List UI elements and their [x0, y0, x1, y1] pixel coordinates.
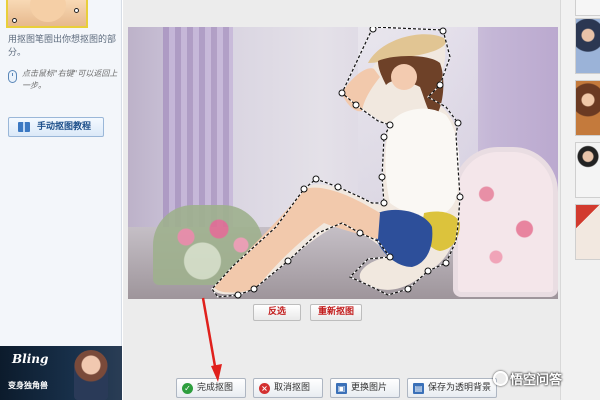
- template-thumbnail[interactable]: [575, 142, 600, 198]
- photo-canvas[interactable]: [128, 27, 558, 299]
- selection-handle[interactable]: [284, 257, 292, 265]
- selection-handle[interactable]: [352, 101, 360, 109]
- handle-dot: [74, 8, 79, 13]
- ad-banner[interactable]: Bling 变身独角兽: [0, 346, 122, 400]
- example-thumbnail: [6, 0, 88, 28]
- save-icon: ▤: [413, 383, 424, 394]
- save-transparent-button[interactable]: ▤ 保存为透明背景: [407, 378, 497, 398]
- right-thumbnail-column: [560, 0, 600, 400]
- replace-button-label: 更换图片: [351, 383, 388, 393]
- template-thumbnail[interactable]: [575, 0, 600, 16]
- selection-handle[interactable]: [404, 285, 412, 293]
- ad-figure-image: [74, 350, 108, 400]
- selection-handle[interactable]: [356, 229, 364, 237]
- cancel-button-label: 取消抠图: [274, 383, 311, 393]
- template-thumbnail[interactable]: [575, 18, 600, 74]
- selection-handle[interactable]: [436, 81, 444, 89]
- wukong-logo-icon: [493, 371, 508, 386]
- ad-brand: Bling: [12, 352, 49, 366]
- selection-handle[interactable]: [380, 199, 388, 207]
- manual-cutout-tutorial-button[interactable]: 手动抠图教程: [8, 117, 104, 137]
- selection-handle[interactable]: [334, 183, 342, 191]
- selection-handle[interactable]: [378, 173, 386, 181]
- handle-dot: [12, 18, 17, 23]
- invert-selection-button[interactable]: 反选: [253, 304, 301, 321]
- selection-handle[interactable]: [439, 27, 447, 35]
- finish-cutout-button[interactable]: ✓ 完成抠图: [176, 378, 246, 398]
- selection-handle[interactable]: [386, 253, 394, 261]
- thumbnail-face: [30, 0, 66, 22]
- tutorial-button-label: 手动抠图教程: [37, 122, 92, 132]
- reselect-button[interactable]: 重新抠图: [310, 304, 362, 321]
- mouse-icon: [8, 70, 17, 83]
- shirt: [385, 108, 460, 217]
- legs: [214, 187, 380, 293]
- selection-handle[interactable]: [250, 285, 258, 293]
- watermark-text: 悟空问答: [510, 373, 563, 388]
- hint-text: 用抠图笔圈出你想抠图的部分。: [8, 35, 117, 58]
- template-thumbnail[interactable]: [575, 80, 600, 136]
- save-button-label: 保存为透明背景: [428, 383, 492, 393]
- image-icon: ▣: [336, 383, 347, 394]
- selection-handle[interactable]: [386, 121, 394, 129]
- selection-handle[interactable]: [454, 119, 462, 127]
- watermark: 悟空问答: [493, 369, 562, 388]
- selection-handle[interactable]: [338, 89, 346, 97]
- left-panel: 用抠图笔圈出你想抠图的部分。 点击鼠标"右键"可以返回上一步。 手动抠图教程 B…: [0, 0, 122, 400]
- face: [391, 64, 417, 90]
- selection-handle[interactable]: [442, 259, 450, 267]
- selection-handle[interactable]: [300, 185, 308, 193]
- close-icon: ×: [259, 383, 270, 394]
- selection-handle[interactable]: [380, 133, 388, 141]
- book-icon: [18, 122, 30, 132]
- selection-handle[interactable]: [456, 193, 464, 201]
- template-thumbnail[interactable]: [575, 204, 600, 260]
- ad-slogan: 变身独角兽: [8, 381, 48, 390]
- selection-handle[interactable]: [234, 291, 242, 299]
- selection-handle[interactable]: [369, 27, 377, 33]
- check-icon: ✓: [182, 383, 193, 394]
- finish-button-label: 完成抠图: [197, 383, 234, 393]
- selection-handle[interactable]: [312, 175, 320, 183]
- cancel-cutout-button[interactable]: × 取消抠图: [253, 378, 323, 398]
- tip-text: 点击鼠标"右键"可以返回上一步。: [22, 69, 118, 90]
- replace-image-button[interactable]: ▣ 更换图片: [330, 378, 400, 398]
- cutout-selection-layer[interactable]: [128, 27, 558, 299]
- selection-handle[interactable]: [424, 267, 432, 275]
